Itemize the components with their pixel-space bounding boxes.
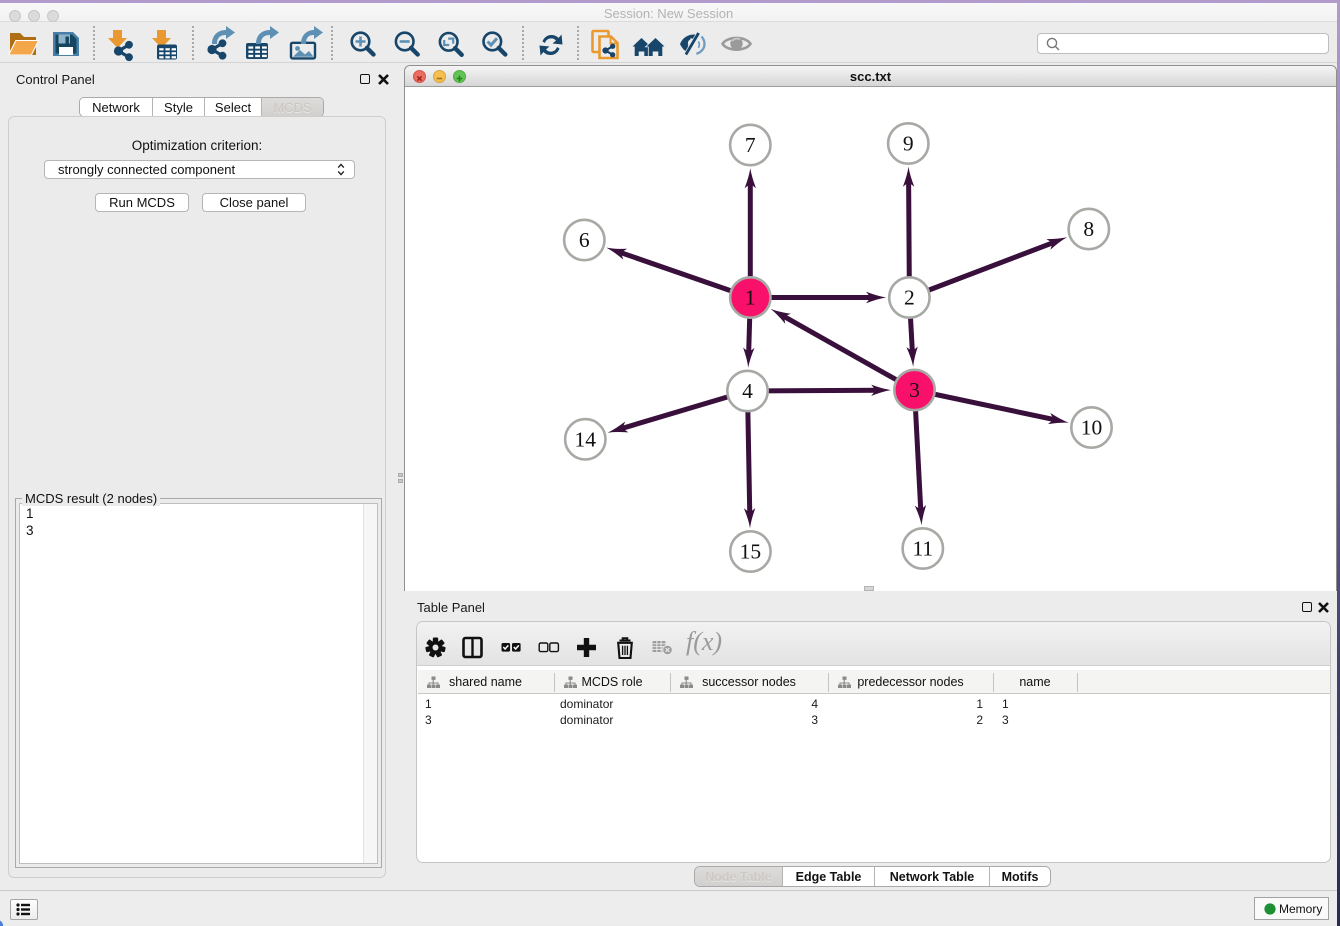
svg-text:14: 14	[575, 428, 597, 452]
svg-text:9: 9	[903, 132, 914, 156]
svg-text:10: 10	[1081, 416, 1103, 440]
svg-text:4: 4	[742, 379, 753, 403]
svg-text:2: 2	[904, 286, 915, 310]
svg-text:7: 7	[745, 133, 756, 157]
svg-text:6: 6	[579, 228, 590, 252]
svg-text:1: 1	[745, 286, 756, 310]
svg-text:15: 15	[740, 540, 762, 564]
svg-text:11: 11	[912, 537, 933, 561]
svg-text:8: 8	[1083, 217, 1094, 241]
svg-text:3: 3	[909, 378, 920, 402]
